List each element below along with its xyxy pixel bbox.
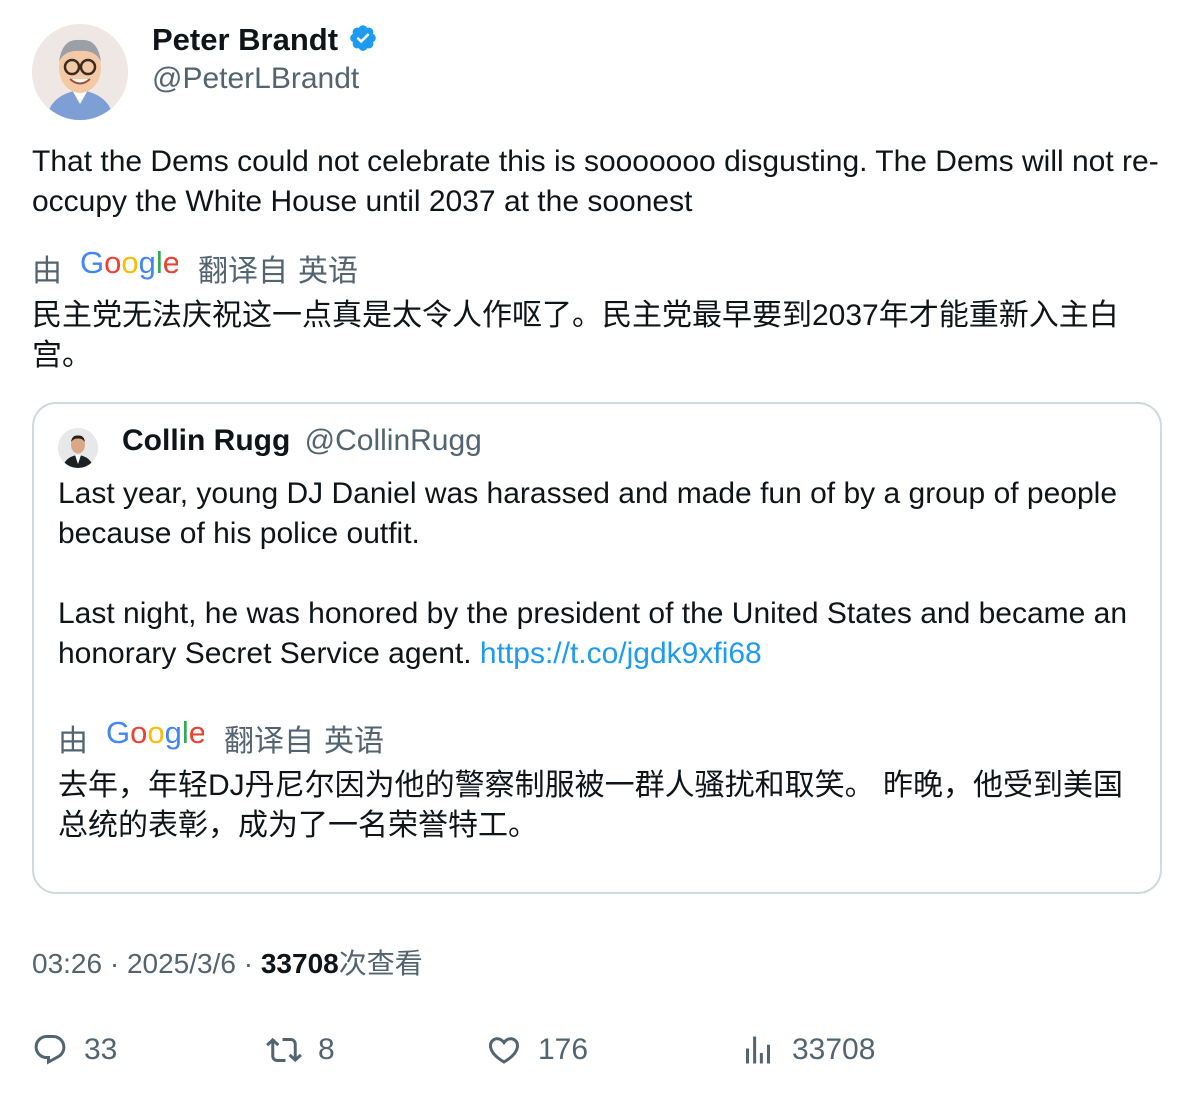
quote-text: Last year, young DJ Daniel was harassed … — [58, 474, 1148, 674]
tweet-date[interactable]: 2025/3/6 — [127, 948, 236, 979]
author-name[interactable]: Peter Brandt — [152, 22, 338, 58]
views-button[interactable]: 33708 — [740, 1030, 875, 1070]
tweet-text: That the Dems could not celebrate this i… — [32, 145, 1159, 218]
quote-link[interactable]: https://t.co/jgdk9xfi68 — [480, 637, 762, 670]
like-count: 176 — [538, 1033, 589, 1066]
svg-text:Google: Google — [106, 717, 204, 750]
quote-translation-by-label: 由 — [58, 725, 88, 758]
translation-attribution[interactable]: 由 Google 翻译自 英语 — [32, 245, 358, 290]
views-count: 33708 — [260, 948, 339, 979]
views-icon — [740, 1032, 776, 1068]
reply-button[interactable]: 33 — [32, 1030, 117, 1070]
svg-text:Google: Google — [80, 247, 178, 280]
quote-author-row[interactable]: Collin Rugg @CollinRugg — [122, 424, 482, 458]
retweet-button[interactable]: 8 — [266, 1030, 335, 1070]
translation-language: 英语 — [298, 255, 358, 288]
translation-by-label: 由 — [32, 255, 62, 288]
tweet-meta: 03:26 · 2025/3/6 · 33708次查看 — [32, 942, 423, 982]
quote-paragraph-2: Last night, he was honored by the presid… — [58, 594, 1148, 674]
google-logo: Google — [106, 715, 206, 759]
author-name-row[interactable]: Peter Brandt — [152, 22, 378, 58]
tweet-time[interactable]: 03:26 — [32, 948, 102, 979]
verified-badge-icon — [348, 23, 378, 58]
reply-count: 33 — [84, 1033, 118, 1066]
translation-from-label: 翻译自 — [198, 255, 288, 288]
quote-paragraph-1: Last year, young DJ Daniel was harassed … — [58, 477, 1118, 550]
reply-icon — [32, 1032, 68, 1068]
tweet-translated-text: 民主党无法庆祝这一点真是太令人作呕了。民主党最早要到2037年才能重新入主白宫。 — [32, 299, 1119, 372]
author-handle[interactable]: @PeterLBrandt — [152, 62, 359, 96]
retweet-icon — [266, 1032, 302, 1068]
meta-separator-1: · — [102, 948, 127, 979]
quote-translation-attribution[interactable]: 由 Google 翻译自 英语 — [58, 715, 384, 760]
quote-translation-language: 英语 — [324, 725, 384, 758]
quote-author-name[interactable]: Collin Rugg — [122, 424, 290, 457]
quote-author-avatar[interactable] — [58, 428, 98, 468]
quote-translated-text: 去年，年轻DJ丹尼尔因为他的警察制服被一群人骚扰和取笑。 昨晚，他受到美国总统的… — [58, 769, 1123, 842]
meta-separator-2: · — [235, 948, 261, 979]
quote-tweet-card[interactable]: Collin Rugg @CollinRugg Last year, young… — [32, 402, 1162, 894]
quote-translation-from-label: 翻译自 — [224, 725, 314, 758]
views-action-count: 33708 — [792, 1033, 876, 1066]
author-avatar[interactable] — [32, 24, 128, 120]
quote-author-handle[interactable]: @CollinRugg — [305, 424, 482, 457]
views-label: 次查看 — [338, 948, 423, 979]
google-logo: Google — [80, 245, 180, 289]
like-icon — [486, 1032, 522, 1068]
like-button[interactable]: 176 — [486, 1030, 588, 1070]
retweet-count: 8 — [318, 1033, 335, 1066]
